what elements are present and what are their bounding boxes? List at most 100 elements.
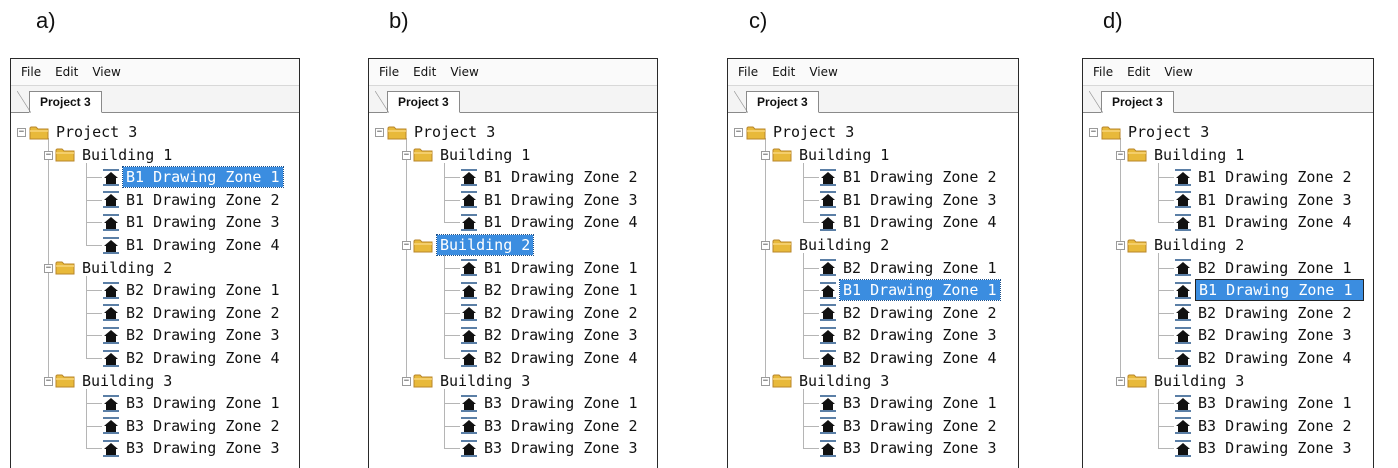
tree-item-zone[interactable]: B2 Drawing Zone 1 — [103, 279, 283, 301]
tree-item-zone[interactable]: B2 Drawing Zone 3 — [461, 324, 641, 346]
project-tree: Project 3− Building 1− B1 Drawing Zone 2… — [728, 113, 1018, 468]
tree-item-building[interactable]: Building 2 — [55, 257, 175, 279]
tree-item-zone[interactable]: B3 Drawing Zone 3 — [461, 437, 641, 459]
collapse-minus-icon[interactable]: − — [17, 128, 26, 137]
menu-edit[interactable]: Edit — [772, 65, 795, 79]
tree-item-zone[interactable]: B2 Drawing Zone 1 — [1175, 257, 1355, 279]
tree-item-zone[interactable]: B1 Drawing Zone 2 — [461, 166, 641, 188]
collapse-minus-icon[interactable]: − — [761, 376, 770, 386]
collapse-minus-icon[interactable]: − — [761, 241, 770, 250]
tree-item-zone[interactable]: B2 Drawing Zone 1 — [820, 257, 1000, 279]
menu-edit[interactable]: Edit — [1127, 65, 1150, 79]
tree-item-zone[interactable]: B1 Drawing Zone 2 — [820, 166, 1000, 188]
tree-item-project[interactable]: Project 3 — [387, 121, 498, 143]
menu-file[interactable]: File — [379, 65, 399, 79]
collapse-minus-icon[interactable]: − — [402, 241, 411, 250]
tree-item-zone[interactable]: B3 Drawing Zone 1 — [820, 392, 1000, 414]
tree-item-zone[interactable]: B2 Drawing Zone 3 — [103, 324, 283, 346]
tree-item-zone[interactable]: B2 Drawing Zone 3 — [1175, 324, 1355, 346]
tree-item-zone[interactable]: B2 Drawing Zone 2 — [1175, 302, 1355, 324]
tree-item-zone[interactable]: B1 Drawing Zone 4 — [461, 211, 641, 233]
tab-project[interactable]: Project 3 — [17, 91, 102, 113]
menu-view[interactable]: View — [809, 65, 837, 79]
collapse-minus-icon[interactable]: − — [375, 128, 384, 137]
tree-item-zone[interactable]: B3 Drawing Zone 2 — [103, 415, 283, 437]
tree-item-building[interactable]: Building 1 — [55, 144, 175, 166]
tree-item-zone[interactable]: B1 Drawing Zone 3 — [461, 189, 641, 211]
tree-item-building[interactable]: Building 3 — [772, 370, 892, 392]
collapse-minus-icon[interactable]: − — [1089, 128, 1098, 137]
tree-item-zone[interactable]: B1 Drawing Zone 4 — [103, 234, 283, 256]
tab-project[interactable]: Project 3 — [734, 91, 819, 113]
rename-input[interactable]: B1 Drawing Zone 1 — [1195, 279, 1364, 302]
tree-item-zone[interactable]: B2 Drawing Zone 4 — [103, 347, 283, 369]
tree-item-project[interactable]: Project 3 — [1101, 121, 1212, 143]
menu-edit[interactable]: Edit — [413, 65, 436, 79]
menu-file[interactable]: File — [1093, 65, 1113, 79]
tree-item-zone[interactable]: B3 Drawing Zone 2 — [461, 415, 641, 437]
tree-connector — [444, 199, 460, 201]
drawing-zone-house-icon — [103, 281, 119, 299]
tree-item-zone[interactable]: B3 Drawing Zone 1 — [1175, 392, 1355, 414]
menu-file[interactable]: File — [738, 65, 758, 79]
tree-connector — [803, 388, 804, 449]
tab-project[interactable]: Project 3 — [1089, 91, 1174, 113]
tree-item-zone[interactable]: B1 Drawing Zone 4 — [1175, 211, 1355, 233]
tree-item-zone[interactable]: B1 Drawing Zone 2 — [1175, 166, 1355, 188]
tree-item-building[interactable]: Building 2 — [772, 234, 892, 256]
collapse-minus-icon[interactable]: − — [44, 150, 53, 160]
tree-item-zone[interactable]: B1 Drawing Zone 1 — [1175, 279, 1364, 302]
tab-project[interactable]: Project 3 — [375, 91, 460, 113]
tree-item-zone[interactable]: B2 Drawing Zone 1 — [461, 279, 641, 301]
tree-item-zone[interactable]: B2 Drawing Zone 2 — [820, 302, 1000, 324]
collapse-minus-icon[interactable]: − — [1116, 376, 1125, 386]
tree-item-zone[interactable]: B1 Drawing Zone 1 — [820, 279, 1001, 302]
menu-edit[interactable]: Edit — [55, 65, 78, 79]
tree-item-zone[interactable]: B3 Drawing Zone 3 — [820, 437, 1000, 459]
tree-item-zone[interactable]: B1 Drawing Zone 3 — [1175, 189, 1355, 211]
tree-item-zone[interactable]: B1 Drawing Zone 4 — [820, 211, 1000, 233]
collapse-minus-icon[interactable]: − — [402, 150, 411, 160]
tree-item-zone[interactable]: B2 Drawing Zone 4 — [1175, 347, 1355, 369]
tree-connector — [86, 199, 102, 201]
tree-item-zone[interactable]: B2 Drawing Zone 2 — [103, 302, 283, 324]
tree-item-zone[interactable]: B2 Drawing Zone 4 — [820, 347, 1000, 369]
collapse-minus-icon[interactable]: − — [1116, 150, 1125, 160]
tree-item-building[interactable]: Building 3 — [413, 370, 533, 392]
tree-item-zone[interactable]: B2 Drawing Zone 2 — [461, 302, 641, 324]
menu-view[interactable]: View — [1164, 65, 1192, 79]
tree-item-zone[interactable]: B3 Drawing Zone 1 — [461, 392, 641, 414]
collapse-minus-icon[interactable]: − — [1116, 241, 1125, 250]
tree-item-building[interactable]: Building 3 — [55, 370, 175, 392]
tree-item-project[interactable]: Project 3 — [29, 121, 140, 143]
tree-item-zone[interactable]: B3 Drawing Zone 2 — [1175, 415, 1355, 437]
tree-item-building[interactable]: Building 2 — [413, 234, 535, 256]
tree-item-building[interactable]: Building 1 — [413, 144, 533, 166]
tree-item-zone[interactable]: B2 Drawing Zone 3 — [820, 324, 1000, 346]
drawing-zone-house-icon — [103, 394, 119, 412]
collapse-minus-icon[interactable]: − — [761, 150, 770, 160]
tree-item-zone[interactable]: B1 Drawing Zone 1 — [461, 257, 641, 279]
tree-item-zone[interactable]: B1 Drawing Zone 3 — [103, 211, 283, 233]
collapse-minus-icon[interactable]: − — [44, 376, 53, 386]
tree-item-building[interactable]: Building 1 — [772, 144, 892, 166]
tree-item-zone[interactable]: B3 Drawing Zone 3 — [1175, 437, 1355, 459]
tree-item-zone[interactable]: B1 Drawing Zone 1 — [103, 166, 284, 189]
tree-item-zone[interactable]: B1 Drawing Zone 3 — [820, 189, 1000, 211]
collapse-minus-icon[interactable]: − — [402, 376, 411, 386]
menu-view[interactable]: View — [92, 65, 120, 79]
tree-item-zone[interactable]: B3 Drawing Zone 1 — [103, 392, 283, 414]
tree-item-zone[interactable]: B3 Drawing Zone 3 — [103, 437, 283, 459]
menu-file[interactable]: File — [21, 65, 41, 79]
menu-view[interactable]: View — [450, 65, 478, 79]
collapse-minus-icon[interactable]: − — [734, 128, 743, 137]
tree-item-project[interactable]: Project 3 — [746, 121, 857, 143]
tree-item-zone[interactable]: B1 Drawing Zone 2 — [103, 189, 283, 211]
tree-item-building[interactable]: Building 3 — [1127, 370, 1247, 392]
tree-item-zone[interactable]: B2 Drawing Zone 4 — [461, 347, 641, 369]
tree-item-building[interactable]: Building 1 — [1127, 144, 1247, 166]
tree-connector — [803, 312, 819, 314]
collapse-minus-icon[interactable]: − — [44, 263, 53, 273]
tree-item-zone[interactable]: B3 Drawing Zone 2 — [820, 415, 1000, 437]
tree-item-building[interactable]: Building 2 — [1127, 234, 1247, 256]
